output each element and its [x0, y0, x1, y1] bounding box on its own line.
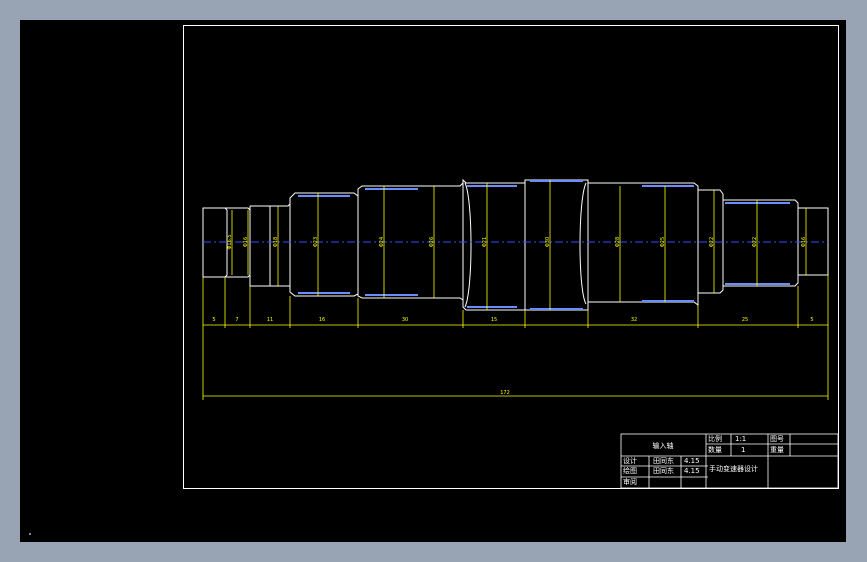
length-label: 15	[491, 317, 497, 323]
total-length-label: 172	[500, 390, 510, 396]
length-label: 7	[235, 317, 238, 323]
dia-label: Φ23	[313, 237, 319, 247]
scale-label: 比例	[708, 434, 722, 443]
dia-label: Φ30	[545, 237, 551, 247]
dia-label: Φ22	[752, 237, 758, 247]
length-label: 5	[212, 317, 215, 323]
draw-label: 绘图	[623, 466, 637, 475]
cad-viewport[interactable]: Φ16.5 Φ16 Φ18 Φ23 Φ24 Φ26 Φ21 Φ30 Φ28 Φ2…	[20, 20, 846, 542]
qty-value: 1	[741, 446, 745, 454]
dia-label: Φ26	[429, 237, 435, 247]
spline-marks	[298, 180, 790, 310]
dia-label: Φ24	[379, 237, 385, 247]
design-date: 4.15	[684, 457, 700, 465]
ucs-marker	[29, 533, 31, 535]
length-labels: 5 7 11 16 30 15 32 25 5 172	[212, 317, 813, 396]
title-block-text: 输入轴 比例 1:1 图号 数量 1 重量 设计 田同东 4.15 绘图 田同东…	[623, 434, 784, 486]
length-label: 30	[402, 317, 408, 323]
project-title: 手动变速器设计	[709, 464, 758, 473]
dia-label: Φ21	[482, 237, 488, 247]
length-label: 11	[267, 317, 273, 323]
dia-label: Φ22	[709, 237, 715, 247]
length-label: 5	[810, 317, 813, 323]
dia-label: Φ28	[615, 237, 621, 247]
draw-name: 田同东	[653, 466, 674, 475]
drawing-no-label: 图号	[770, 435, 784, 443]
dia-label: Φ16	[243, 237, 249, 247]
qty-label: 数量	[708, 445, 722, 454]
length-label: 25	[742, 317, 748, 323]
drawing-frame	[183, 25, 839, 489]
weight-label: 重量	[770, 446, 784, 454]
dia-label: Φ16.5	[227, 234, 233, 249]
dia-label: Φ16	[801, 237, 807, 247]
review-label: 审阅	[623, 477, 637, 486]
length-label: 16	[319, 317, 325, 323]
part-name: 输入轴	[653, 441, 674, 450]
design-name: 田同东	[653, 456, 674, 465]
length-dimensions	[202, 275, 829, 400]
design-label: 设计	[623, 456, 637, 465]
draw-date: 4.15	[684, 467, 700, 475]
dia-label: Φ18	[273, 237, 279, 247]
drawing-sheet: Φ16.5 Φ16 Φ18 Φ23 Φ24 Φ26 Φ21 Φ30 Φ28 Φ2…	[183, 25, 839, 489]
dia-label: Φ25	[660, 237, 666, 247]
scale-value: 1:1	[735, 435, 746, 443]
length-label: 32	[631, 317, 637, 323]
shaft-outline	[202, 178, 829, 311]
